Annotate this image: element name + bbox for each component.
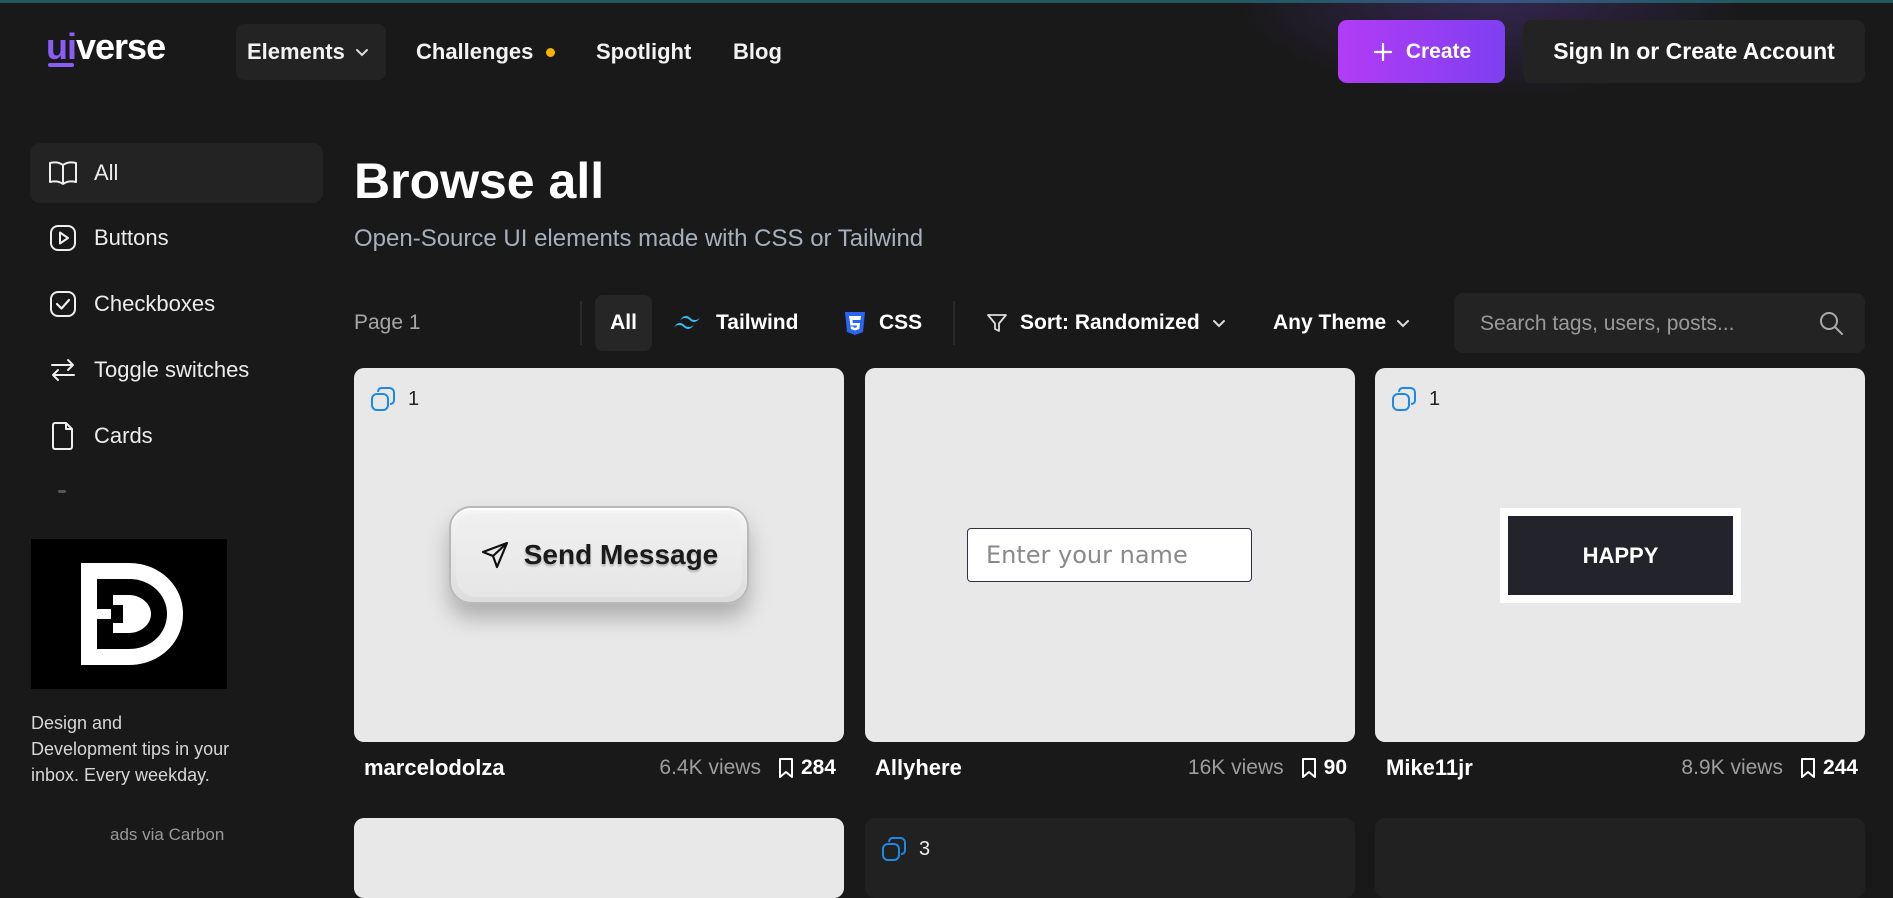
nav-spotlight-label: Spotlight xyxy=(596,39,692,64)
variants-icon xyxy=(882,837,906,861)
name-input-preview[interactable] xyxy=(967,528,1252,582)
page-indicator: Page 1 xyxy=(354,311,421,334)
variant-count: 3 xyxy=(919,837,931,860)
variant-count: 1 xyxy=(408,387,420,410)
button-icon xyxy=(48,223,78,253)
save-button[interactable]: 90 xyxy=(1300,756,1347,780)
filter-funnel-icon xyxy=(987,314,1007,332)
element-card[interactable] xyxy=(354,818,844,898)
divider xyxy=(580,301,582,345)
nav-blog[interactable]: Blog xyxy=(733,24,782,80)
dd-logo-icon xyxy=(81,563,183,665)
happy-preview-button[interactable]: HAPPY xyxy=(1500,508,1741,603)
variant-count: 1 xyxy=(1429,387,1441,410)
variant-badge: 1 xyxy=(370,386,419,412)
card-views: 8.9K views xyxy=(1681,756,1783,779)
search-icon[interactable] xyxy=(1818,310,1844,336)
css3-icon xyxy=(845,312,865,335)
variant-badge: 1 xyxy=(1391,386,1440,412)
card-meta: Allyhere 16K views 90 xyxy=(875,752,1347,784)
card-author[interactable]: Allyhere xyxy=(875,755,1188,781)
divider xyxy=(953,301,955,345)
element-card-send-message[interactable]: 1 Send Message xyxy=(354,368,844,742)
happy-label: HAPPY xyxy=(1508,516,1733,595)
sign-in-label: Sign In or Create Account xyxy=(1553,38,1835,64)
sidebar-item-label: Buttons xyxy=(94,225,169,250)
element-card-happy[interactable]: 1 HAPPY xyxy=(1375,368,1865,742)
notification-dot xyxy=(546,47,556,57)
save-count: 244 xyxy=(1822,756,1858,779)
send-message-inner: Send Message xyxy=(456,513,742,597)
create-button[interactable]: Create xyxy=(1338,20,1505,83)
card-meta: marcelodolza 6.4K views 284 xyxy=(364,752,836,784)
filter-tailwind-label: Tailwind xyxy=(716,311,799,334)
search-input[interactable] xyxy=(1478,293,1812,355)
chevron-down-icon xyxy=(1397,320,1410,328)
search-box[interactable] xyxy=(1454,293,1865,355)
uiverse-logo[interactable]: uiverse xyxy=(46,26,166,68)
save-count: 90 xyxy=(1323,756,1347,779)
toggle-arrows-icon xyxy=(48,355,78,385)
theme-label: Any Theme xyxy=(1273,311,1387,334)
sidebar-item-all[interactable]: All xyxy=(30,143,323,203)
filter-all[interactable]: All xyxy=(595,295,652,351)
element-card[interactable]: 3 xyxy=(865,818,1355,898)
paper-plane-icon xyxy=(481,541,508,569)
save-button[interactable]: 244 xyxy=(1799,756,1858,780)
create-label: Create xyxy=(1405,39,1472,63)
card-author[interactable]: Mike11jr xyxy=(1386,755,1681,781)
nav-blog-label: Blog xyxy=(733,39,782,64)
sidebar-item-toggle-switches[interactable]: Toggle switches xyxy=(30,340,323,400)
send-message-preview-button[interactable]: Send Message xyxy=(449,506,749,604)
filter-css-label: CSS xyxy=(879,311,923,334)
nav-elements-dropdown[interactable]: Elements xyxy=(236,24,386,80)
plus-icon xyxy=(1373,42,1392,61)
variants-icon xyxy=(371,387,395,411)
sidebar-item-cards[interactable]: Cards xyxy=(30,406,323,466)
page-subtitle: Open-Source UI elements made with CSS or… xyxy=(354,225,924,252)
sort-dropdown[interactable]: Sort: Randomized xyxy=(986,295,1226,351)
bookmark-icon xyxy=(1301,758,1316,778)
nav-challenges[interactable]: Challenges xyxy=(416,24,556,80)
sidebar-scroll-fade xyxy=(58,490,66,493)
theme-dropdown[interactable]: Any Theme xyxy=(1273,295,1410,351)
sidebar-item-buttons[interactable]: Buttons xyxy=(30,208,323,268)
bookmark-icon xyxy=(778,758,793,778)
filter-tailwind[interactable]: Tailwind xyxy=(672,295,798,351)
save-count: 284 xyxy=(800,756,836,779)
card-icon xyxy=(48,421,78,451)
ad-text[interactable]: Design and Development tips in your inbo… xyxy=(31,710,231,788)
filter-css[interactable]: CSS xyxy=(843,295,922,351)
ad-via-link[interactable]: ads via Carbon xyxy=(110,825,224,845)
book-open-icon xyxy=(48,158,78,188)
nav-spotlight[interactable]: Spotlight xyxy=(596,24,691,80)
variants-icon xyxy=(1392,387,1416,411)
tailwind-icon xyxy=(674,316,700,329)
card-views: 6.4K views xyxy=(659,756,761,779)
checkbox-icon xyxy=(48,289,78,319)
chevron-down-icon xyxy=(355,49,368,57)
sidebar-item-label: All xyxy=(94,160,119,185)
nav-elements-label: Elements xyxy=(247,39,345,64)
ad-image[interactable] xyxy=(31,539,227,689)
variant-badge: 3 xyxy=(881,836,930,862)
element-card-name-input[interactable] xyxy=(865,368,1355,742)
element-card[interactable] xyxy=(1375,818,1865,898)
sidebar-item-label: Checkboxes xyxy=(94,291,216,316)
nav-challenges-label: Challenges xyxy=(416,39,534,64)
sidebar-item-label: Cards xyxy=(94,423,153,448)
card-views: 16K views xyxy=(1187,756,1284,779)
sidebar-item-label: Toggle switches xyxy=(94,357,250,382)
page-title: Browse all xyxy=(354,153,605,209)
sidebar-item-checkboxes[interactable]: Checkboxes xyxy=(30,274,323,334)
send-message-label: Send Message xyxy=(523,539,719,570)
card-meta: Mike11jr 8.9K views 244 xyxy=(1386,752,1858,784)
save-button[interactable]: 284 xyxy=(777,756,836,780)
filter-all-label: All xyxy=(610,311,637,334)
bookmark-icon xyxy=(1800,758,1815,778)
card-author[interactable]: marcelodolza xyxy=(364,755,659,781)
sign-in-button[interactable]: Sign In or Create Account xyxy=(1523,20,1865,83)
chevron-down-icon xyxy=(1212,320,1225,328)
sort-label: Sort: Randomized xyxy=(1020,311,1200,334)
